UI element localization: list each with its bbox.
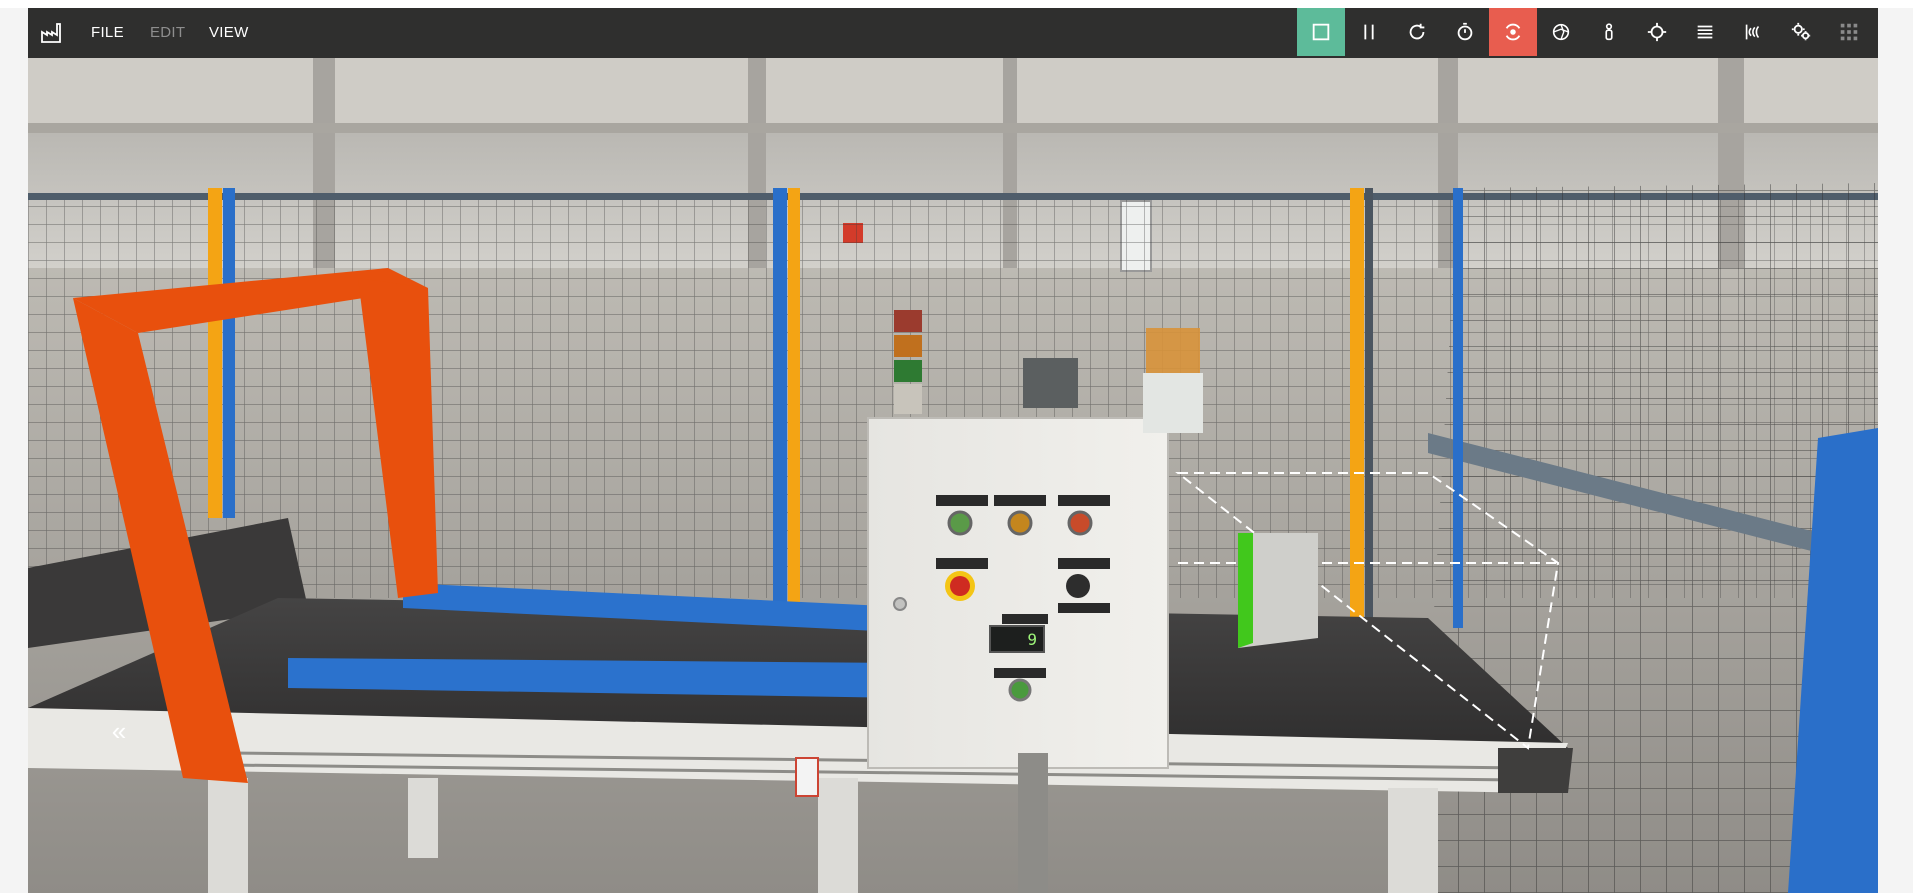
timer-button[interactable] (1441, 8, 1489, 56)
left-window-margin (0, 8, 28, 893)
menu-edit: EDIT (150, 24, 186, 41)
target-icon (1647, 22, 1667, 42)
stop-icon (1312, 23, 1330, 41)
sensor-icon (1745, 24, 1760, 40)
menu-bar: FILE EDIT VIEW (28, 8, 1878, 58)
sensor-button[interactable] (1729, 8, 1777, 56)
wall-beam (28, 123, 1878, 133)
settings-icon (1791, 22, 1811, 41)
stack-light (894, 310, 922, 414)
timer-icon (1457, 22, 1473, 41)
window-top-edge (0, 0, 1913, 8)
grid-icon (1840, 23, 1858, 41)
collapse-panel-button[interactable]: « (88, 708, 150, 754)
pause-button[interactable] (1345, 8, 1393, 56)
junction-box (1023, 358, 1078, 408)
first-person-icon (1605, 23, 1613, 41)
right-window-margin (1878, 8, 1913, 893)
3d-viewport[interactable]: FILE EDIT VIEW « 9 (28, 8, 1878, 893)
factory-scene[interactable] (28, 8, 1878, 893)
fly-camera-icon (1552, 23, 1570, 41)
beacon (1143, 328, 1203, 433)
list-button[interactable] (1681, 8, 1729, 56)
list-icon (1697, 25, 1713, 39)
orbit-camera-icon (1505, 23, 1521, 41)
grid-button (1825, 8, 1873, 56)
settings-button[interactable] (1777, 8, 1825, 56)
reset-icon (1409, 23, 1425, 40)
reset-button[interactable] (1393, 8, 1441, 56)
target-button[interactable] (1633, 8, 1681, 56)
end-cap (1498, 748, 1573, 793)
first-person-button[interactable] (1585, 8, 1633, 56)
pause-icon (1364, 24, 1374, 40)
orbit-camera-button[interactable] (1489, 8, 1537, 56)
fly-camera-button[interactable] (1537, 8, 1585, 56)
warning-sticker (795, 757, 819, 797)
menu-file[interactable]: FILE (91, 21, 124, 45)
counter-display: 9 (989, 625, 1045, 653)
factory-logo-icon[interactable] (40, 21, 64, 45)
menu-view[interactable]: VIEW (209, 21, 249, 45)
stop-button[interactable] (1297, 8, 1345, 56)
